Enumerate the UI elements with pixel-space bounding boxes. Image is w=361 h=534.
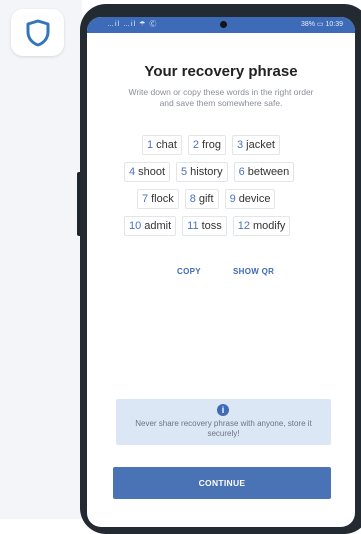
word-row: 10 admit 11 toss 12 modify xyxy=(124,216,355,236)
security-warning: i Never share recovery phrase with anyon… xyxy=(116,399,331,445)
word-chip: 4 shoot xyxy=(124,162,171,182)
word-chip: 3 jacket xyxy=(232,135,280,155)
word-text: frog xyxy=(202,139,222,151)
word-chip: 8 gift xyxy=(184,189,219,209)
word-text: toss xyxy=(201,220,222,232)
word-number: 3 xyxy=(237,139,244,151)
phone-frame: …il …il ☂ Ⓒ 38% ▭ 10:39 Your recovery ph… xyxy=(80,4,361,534)
word-row: 1 chat 2 frog 3 jacket xyxy=(142,135,355,155)
word-number: 10 xyxy=(129,220,142,232)
copy-button[interactable]: COPY xyxy=(177,267,201,276)
word-chip: 9 device xyxy=(224,189,276,209)
phone-screen: …il …il ☂ Ⓒ 38% ▭ 10:39 Your recovery ph… xyxy=(87,17,355,527)
word-number: 12 xyxy=(237,220,251,232)
word-text: jacket xyxy=(246,139,275,151)
page-title: Your recovery phrase xyxy=(144,63,298,80)
word-text: shoot xyxy=(138,166,166,178)
word-chip: 12 modify xyxy=(232,216,291,236)
camera-dot xyxy=(220,21,227,28)
word-row: 7 flock 8 gift 9 device xyxy=(137,189,355,209)
word-number: 8 xyxy=(189,193,196,205)
status-battery-time: 38% ▭ 10:39 xyxy=(300,21,343,28)
word-number: 4 xyxy=(129,166,136,178)
word-number: 11 xyxy=(187,220,199,232)
show-qr-button[interactable]: SHOW QR xyxy=(233,267,274,276)
word-chip: 2 frog xyxy=(187,135,227,155)
status-bar: …il …il ☂ Ⓒ 38% ▭ 10:39 xyxy=(87,17,355,33)
shield-icon xyxy=(26,19,49,46)
word-number: 2 xyxy=(192,139,200,151)
word-number: 1 xyxy=(147,139,154,151)
word-text: admit xyxy=(144,220,172,232)
continue-button[interactable]: CONTINUE xyxy=(113,467,331,499)
word-text: gift xyxy=(198,193,214,205)
word-number: 5 xyxy=(181,166,188,178)
recovery-word-grid: 1 chat 2 frog 3 jacket 4 shoot 5 history 6 bet… xyxy=(124,135,355,243)
word-text: device xyxy=(238,193,271,205)
app-logo xyxy=(11,9,64,56)
info-icon: i xyxy=(217,404,229,416)
word-chip: 10 admit xyxy=(124,216,177,236)
word-chip: 7 flock xyxy=(137,189,179,209)
word-number: 9 xyxy=(229,193,236,205)
word-chip: 5 history xyxy=(176,162,228,182)
word-number: 6 xyxy=(238,166,245,178)
word-chip: 6 between xyxy=(233,162,295,182)
word-text: history xyxy=(190,166,223,178)
word-text: modify xyxy=(253,220,286,232)
status-signal: …il …il ☂ Ⓒ xyxy=(107,21,158,28)
warning-text: Never share recovery phrase with anyone,… xyxy=(135,419,312,438)
word-number: 7 xyxy=(142,193,149,205)
word-chip: 1 chat xyxy=(142,135,182,155)
word-text: between xyxy=(247,166,290,178)
word-text: flock xyxy=(151,193,174,205)
word-chip: 11 toss xyxy=(182,216,227,236)
word-row: 4 shoot 5 history 6 between xyxy=(124,162,355,182)
page-subtitle: Write down or copy these words in the ri… xyxy=(128,87,314,108)
word-text: chat xyxy=(156,139,177,151)
left-strip xyxy=(0,0,82,519)
